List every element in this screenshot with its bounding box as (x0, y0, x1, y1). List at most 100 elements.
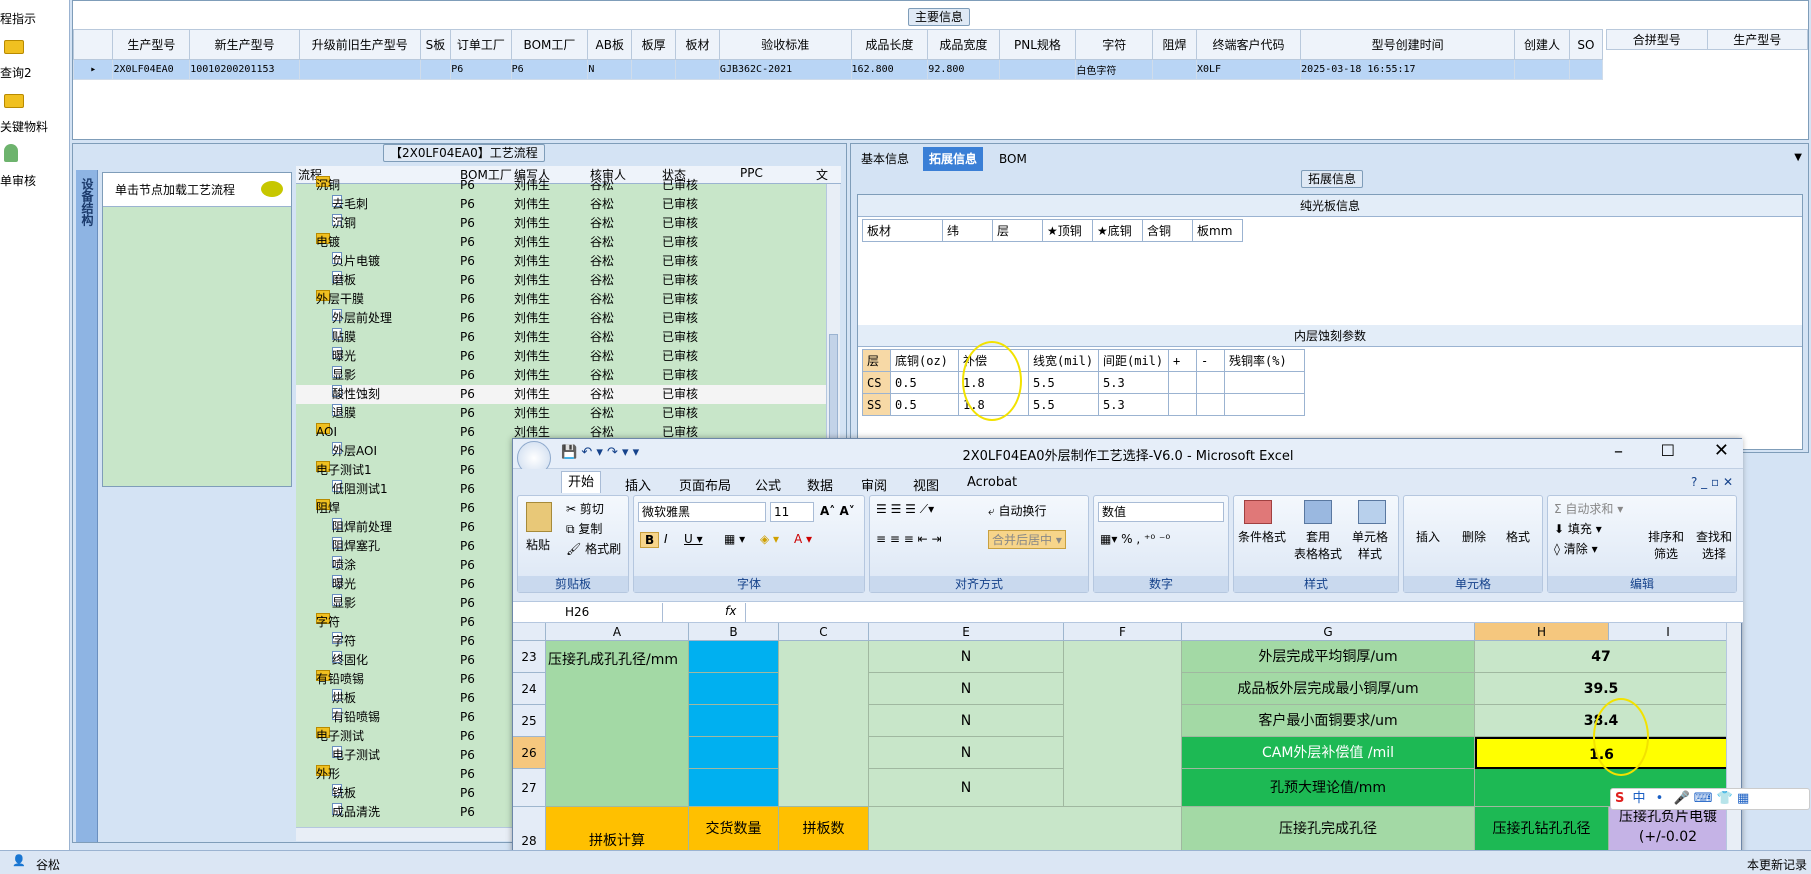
tree-node[interactable]: 去毛刺 P6 刘伟生 谷松 已审核 (296, 195, 826, 214)
col-header[interactable]: 成品宽度 (927, 29, 1000, 60)
row-header[interactable]: 23 (513, 641, 546, 673)
tree-node[interactable]: 磨板 P6 刘伟生 谷松 已审核 (296, 271, 826, 290)
cell-h28[interactable]: 压接孔钻孔孔径 (1475, 807, 1609, 852)
tree-node[interactable]: 退膜 P6 刘伟生 谷松 已审核 (296, 404, 826, 423)
format-button[interactable]: 格式 (1506, 528, 1530, 545)
tree-node[interactable]: 酸性蚀刻 P6 刘伟生 谷松 已审核 (296, 385, 826, 404)
minimize-icon[interactable]: – (1614, 441, 1623, 462)
cell[interactable] (298, 59, 421, 80)
table-row[interactable]: ▸ 2X0LF04EA0 10010200201153 P6 P6 N GJB3… (72, 59, 1604, 80)
col-header[interactable]: 字符 (1075, 29, 1154, 60)
col-header[interactable]: PNL规格 (998, 29, 1077, 60)
bold-button[interactable]: B (640, 532, 660, 548)
table-row[interactable]: SS 0.5 1.8 5.5 5.3 (862, 393, 1305, 416)
cell[interactable] (1568, 59, 1604, 80)
col-header-i[interactable]: I (1609, 623, 1728, 641)
col-header[interactable]: 验收标准 (718, 29, 852, 60)
cell-g26[interactable]: CAM外层补偿值 /mil (1182, 737, 1475, 769)
col-header-h[interactable]: H (1475, 623, 1609, 641)
align-left-icon[interactable]: ≡ ≡ ≡ ⇤ ⇥ (876, 532, 942, 546)
col-header[interactable]: 生产型号 (1706, 29, 1808, 50)
col-header[interactable]: 层 (992, 219, 1043, 242)
nav-item-materials[interactable]: 关键物料 (0, 118, 48, 135)
formula-input[interactable] (745, 603, 1739, 622)
tree-node[interactable]: 曝光 P6 刘伟生 谷松 已审核 (296, 347, 826, 366)
cell-g27[interactable]: 孔预大理论值/mm (1182, 769, 1475, 807)
cell[interactable]: 白色字符 (1075, 59, 1154, 80)
cell[interactable]: 162.800 (850, 59, 929, 80)
font-color-icon[interactable]: A ▾ (794, 532, 812, 546)
nav-item-process[interactable]: 程指示 (0, 10, 36, 27)
cell[interactable] (1152, 59, 1197, 80)
col-header[interactable]: 含铜 (1142, 219, 1193, 242)
align-top-icon[interactable]: ☰ ☰ ☰ ⟋▾ (876, 502, 934, 517)
select-all-corner[interactable] (513, 623, 546, 641)
cell-g25[interactable]: 客户最小面铜要求/um (1182, 705, 1475, 737)
cell[interactable] (1168, 371, 1197, 394)
find-select-button[interactable]: 查找和 选择 (1696, 528, 1732, 562)
cell-h23[interactable]: 47 (1475, 641, 1728, 673)
autosum-button[interactable]: Σ 自动求和 ▾ (1554, 500, 1623, 517)
cell-e25[interactable]: N (869, 705, 1064, 737)
load-hint-bar[interactable]: 单击节点加载工艺流程 (103, 173, 291, 207)
cell-e27[interactable]: N (869, 769, 1064, 807)
tree-node[interactable]: 外层前处理 P6 刘伟生 谷松 已审核 (296, 309, 826, 328)
fx-icon[interactable]: fx (725, 604, 736, 618)
col-header-f[interactable]: F (1064, 623, 1182, 641)
cell-f[interactable] (1064, 641, 1182, 807)
cell[interactable]: 5.3 (1098, 393, 1169, 416)
tab-review[interactable]: 审阅 (861, 475, 887, 494)
font-name-select[interactable]: 微软雅黑 (638, 502, 766, 522)
cell[interactable]: SS (862, 393, 891, 416)
maximize-icon[interactable]: ☐ (1661, 441, 1675, 460)
ime-punct[interactable]: • (1650, 791, 1664, 806)
copy-button[interactable]: ⧉ 复制 (566, 520, 602, 537)
col-header[interactable]: 底铜(oz) (890, 349, 959, 372)
col-header[interactable]: 型号创建时间 (1300, 29, 1516, 60)
fill-button[interactable]: ⬇ 填充 ▾ (1554, 520, 1602, 537)
tab-formulas[interactable]: 公式 (755, 475, 781, 494)
tab-acrobat[interactable]: Acrobat (967, 475, 1017, 490)
col-header[interactable]: 板材 (675, 29, 720, 60)
device-structure-tab[interactable]: 设备结构 (76, 170, 98, 842)
col-header[interactable]: 合拼型号 (1606, 29, 1708, 50)
col-header[interactable]: SO (1568, 29, 1604, 60)
cell-c[interactable] (779, 641, 869, 807)
cell[interactable]: 2X0LF04EA0 (112, 59, 191, 80)
col-header[interactable]: 创建人 (1514, 29, 1570, 60)
cell[interactable] (1224, 371, 1305, 394)
cut-button[interactable]: ✂ 剪切 (566, 500, 604, 517)
col-header-e[interactable]: E (869, 623, 1064, 641)
row-header[interactable]: 24 (513, 673, 546, 705)
col-header-a[interactable]: A (546, 623, 689, 641)
cell[interactable] (631, 59, 677, 80)
cell[interactable]: 10010200201153 (189, 59, 300, 80)
cell[interactable] (1514, 59, 1570, 80)
col-header[interactable]: 板材 (862, 219, 943, 242)
cell[interactable] (675, 59, 720, 80)
col-header[interactable]: 订单工厂 (450, 29, 512, 60)
fill-color-icon[interactable]: ◈ ▾ (760, 532, 779, 546)
cell-g23[interactable]: 外层完成平均铜厚/um (1182, 641, 1475, 673)
dropdown-icon[interactable]: ▼ (1794, 152, 1802, 163)
nav-item-query[interactable]: 查询2 (0, 64, 32, 81)
col-header[interactable]: BOM工厂 (510, 29, 589, 60)
cell-b[interactable] (689, 705, 779, 737)
font-size-select[interactable]: 11 (770, 502, 814, 522)
tree-node[interactable]: 显影 P6 刘伟生 谷松 已审核 (296, 366, 826, 385)
cell-g28[interactable]: 压接孔完成孔径 (1182, 807, 1475, 852)
ime-tools-icon[interactable]: 🎤 ⌨ 👕 ▦ (1667, 791, 1749, 806)
tab-data[interactable]: 数据 (807, 475, 833, 494)
cell[interactable]: 5.5 (1028, 371, 1099, 394)
cell-style-button[interactable]: 单元格 样式 (1352, 528, 1388, 562)
cell[interactable]: X0LF (1195, 59, 1302, 80)
col-header[interactable]: S板 (419, 29, 452, 60)
sort-filter-button[interactable]: 排序和 筛选 (1648, 528, 1684, 562)
cell-h24[interactable]: 39.5 (1475, 673, 1728, 705)
cell[interactable] (1168, 393, 1197, 416)
col-header[interactable]: 纬 (942, 219, 993, 242)
col-header[interactable]: 线宽(mil) (1028, 349, 1099, 372)
col-header-g[interactable]: G (1182, 623, 1475, 641)
cell[interactable]: P6 (450, 59, 512, 80)
tab-basic-info[interactable]: 基本信息 (855, 147, 915, 171)
